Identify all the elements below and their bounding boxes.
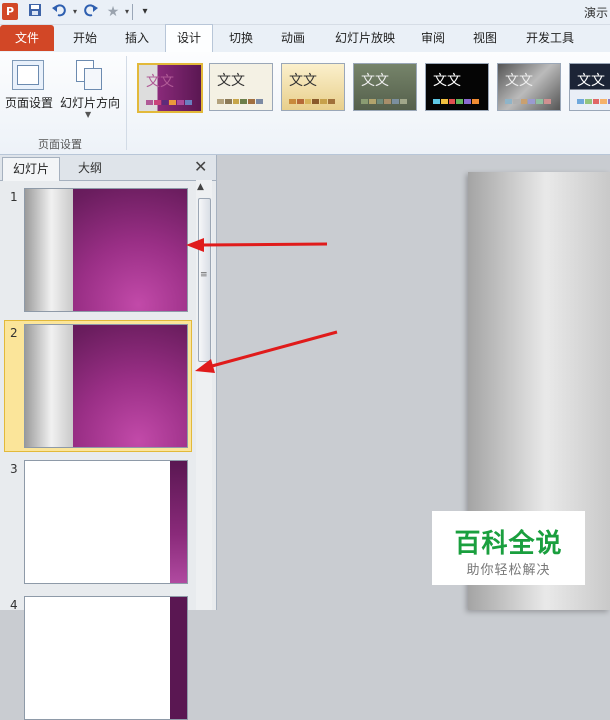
watermark-title: 百科全说 [454, 529, 563, 559]
red-arrow-icon [195, 330, 338, 373]
watermark-logo: 百科全说 助你轻松解决 [432, 511, 585, 585]
slide-thumbnail-4[interactable] [24, 596, 188, 720]
red-arrow-icon [186, 238, 328, 252]
watermark-subtitle: 助你轻松解决 [466, 563, 551, 578]
